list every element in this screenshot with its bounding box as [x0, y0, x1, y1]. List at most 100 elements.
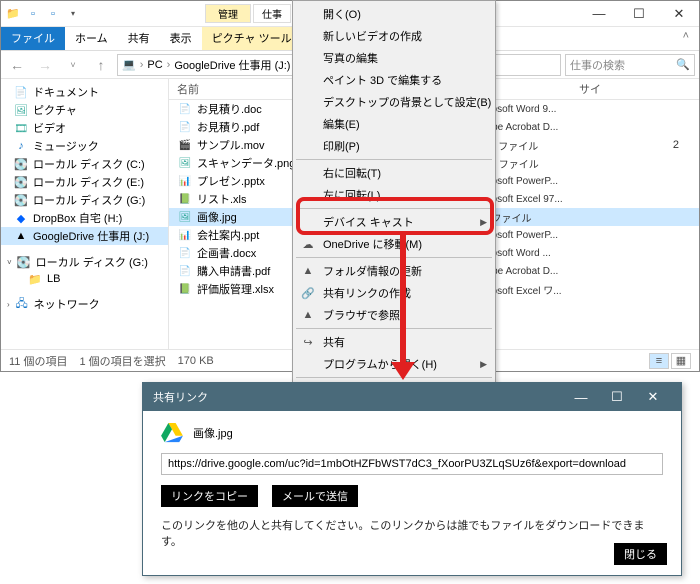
nav-network[interactable]: › 🖧ネットワーク [1, 295, 168, 313]
nav-videos[interactable]: 🎞ビデオ [1, 119, 168, 137]
file-type: icrosoft PowerP... [481, 230, 591, 241]
status-size: 170 KB [178, 355, 214, 367]
menu-item-label: 右に回転(T) [323, 165, 381, 181]
drive-icon: 💻 [122, 58, 136, 71]
menu-item-label: フォルダ情報の更新 [323, 263, 422, 279]
view-details-button[interactable]: ≡ [649, 353, 669, 369]
file-size: 2 [595, 139, 699, 151]
qat-btn[interactable]: ▫ [45, 6, 61, 22]
share-url-input[interactable]: https://drive.google.com/uc?id=1mbOtHZFb… [161, 453, 663, 475]
nav-music[interactable]: ♪ミュージック [1, 137, 168, 155]
menu-item-label: 新しいビデオの作成 [323, 28, 422, 44]
menu-item-label: 写真の編集 [323, 50, 378, 66]
window-controls: — ☐ ✕ [579, 1, 699, 27]
search-icon: 🔍 [676, 58, 690, 71]
nav-disk-e[interactable]: 💽ローカル ディスク (E:) [1, 173, 168, 191]
nav-googledrive[interactable]: ▲GoogleDrive 仕事用 (J:) [1, 227, 168, 245]
context-menu-item[interactable]: ↪共有 [295, 331, 493, 353]
context-menu-item[interactable]: 印刷(P) [295, 135, 493, 157]
file-type: icrosoft PowerP... [481, 176, 591, 187]
search-input[interactable]: 仕事の検索 🔍 [565, 54, 695, 76]
file-icon: 📗 [177, 192, 193, 206]
recent-dropdown-icon[interactable]: ˅ [61, 53, 85, 77]
file-type: OV ファイル [481, 138, 591, 153]
minimize-button[interactable]: — [579, 1, 619, 27]
back-button[interactable]: ← [5, 53, 29, 77]
dialog-maximize-button[interactable]: ☐ [599, 389, 635, 405]
file-icon: 📄 [177, 120, 193, 134]
google-drive-icon [161, 423, 183, 443]
file-type: dobe Acrobat D... [481, 266, 591, 277]
qat-dropdown-icon[interactable]: ▾ [65, 6, 81, 22]
context-menu-item[interactable]: ▲ブラウザで参照 [295, 304, 493, 326]
context-menu-item[interactable]: ☁OneDrive に移動(M) [295, 233, 493, 255]
context-menu-item[interactable]: 左に回転(L) [295, 184, 493, 206]
menu-item-label: ペイント 3D で編集する [323, 72, 442, 88]
context-menu-item[interactable]: 🔗共有リンクの作成 [295, 282, 493, 304]
submenu-arrow-icon: ▶ [480, 359, 487, 370]
file-icon: 📄 [177, 246, 193, 260]
context-menu-item[interactable]: 新しいビデオの作成 [295, 25, 493, 47]
tab-picture-tools[interactable]: ピクチャ ツール [202, 27, 302, 50]
nav-documents[interactable]: 📄ドキュメント [1, 83, 168, 101]
tab-home[interactable]: ホーム [65, 27, 118, 50]
menu-item-label: 共有 [323, 334, 345, 350]
tab-file[interactable]: ファイル [1, 27, 65, 50]
share-link-dialog: 共有リンク — ☐ ✕ 画像.jpg https://drive.google.… [142, 382, 682, 576]
menu-item-label: 開く(O) [323, 6, 361, 22]
dialog-file-row: 画像.jpg [161, 423, 663, 443]
dialog-message: このリンクを他の人と共有してください。このリンクからは誰でもファイルをダウンロー… [161, 517, 663, 549]
context-menu-item[interactable]: 開く(O) [295, 3, 493, 25]
up-button[interactable]: ↑ [89, 53, 113, 77]
tab-share[interactable]: 共有 [118, 27, 160, 50]
menu-item-label: 印刷(P) [323, 138, 360, 154]
menu-item-label: 編集(E) [323, 116, 360, 132]
bc-drive[interactable]: GoogleDrive 仕事用 (J:) [174, 57, 290, 73]
nav-disk-g2[interactable]: ˅ 💽ローカル ディスク (G:) [1, 253, 168, 271]
dialog-minimize-button[interactable]: — [563, 390, 599, 405]
status-selected: 1 個の項目を選択 [79, 353, 165, 369]
col-size[interactable]: サイ [579, 81, 699, 97]
context-menu-item[interactable]: ▲ フォルダ情報の更新 [295, 260, 493, 282]
bc-pc[interactable]: PC [147, 59, 162, 71]
status-count: 11 個の項目 [9, 353, 67, 369]
dialog-close-button[interactable]: ✕ [635, 389, 671, 405]
dialog-close-btn[interactable]: 閉じる [614, 543, 667, 565]
file-icon: 📄 [177, 264, 193, 278]
nav-disk-c[interactable]: 💽ローカル ディスク (C:) [1, 155, 168, 173]
context-menu-item[interactable]: 写真の編集 [295, 47, 493, 69]
context-menu-item[interactable]: プログラムから開く(H) ▶ [295, 353, 493, 375]
search-placeholder: 仕事の検索 [570, 57, 625, 73]
ribbon-collapse-icon[interactable]: ˄ [673, 27, 699, 50]
file-icon: 🎬 [177, 138, 193, 152]
nav-pictures[interactable]: 🖼ピクチャ [1, 101, 168, 119]
menu-item-icon: ▲ [300, 309, 316, 321]
file-type: G ファイル [481, 210, 591, 225]
file-type: icrosoft Excel ワ... [481, 282, 591, 297]
menu-item-label: プログラムから開く(H) [323, 356, 437, 372]
nav-disk-g[interactable]: 💽ローカル ディスク (G:) [1, 191, 168, 209]
nav-lb[interactable]: 📁LB [1, 271, 168, 287]
title-text: 仕事 [253, 4, 291, 23]
folder-icon: 📁 [5, 6, 21, 22]
view-icons-button[interactable]: ▦ [671, 353, 691, 369]
file-type: NG ファイル [481, 156, 591, 171]
context-menu-item[interactable]: デバイス キャスト▶ [295, 211, 493, 233]
menu-item-label: デバイス キャスト [323, 214, 414, 230]
qat-btn[interactable]: ▫ [25, 6, 41, 22]
copy-link-button[interactable]: リンクをコピー [161, 485, 258, 507]
tab-view[interactable]: 表示 [160, 27, 202, 50]
context-menu-item[interactable]: ペイント 3D で編集する [295, 69, 493, 91]
manage-tab[interactable]: 管理 [205, 4, 251, 23]
maximize-button[interactable]: ☐ [619, 1, 659, 27]
close-button[interactable]: ✕ [659, 1, 699, 27]
nav-dropbox[interactable]: ◆DropBox 自宅 (H:) [1, 209, 168, 227]
forward-button[interactable]: → [33, 53, 57, 77]
context-menu-item[interactable]: デスクトップの背景として設定(B) [295, 91, 493, 113]
send-mail-button[interactable]: メールで送信 [272, 485, 358, 507]
menu-item-label: OneDrive に移動(M) [323, 236, 422, 252]
context-menu-item[interactable]: 右に回転(T) [295, 162, 493, 184]
context-menu-item[interactable]: 編集(E) [295, 113, 493, 135]
menu-item-icon: 🔗 [300, 287, 316, 300]
menu-item-icon: ▲ [300, 265, 316, 277]
